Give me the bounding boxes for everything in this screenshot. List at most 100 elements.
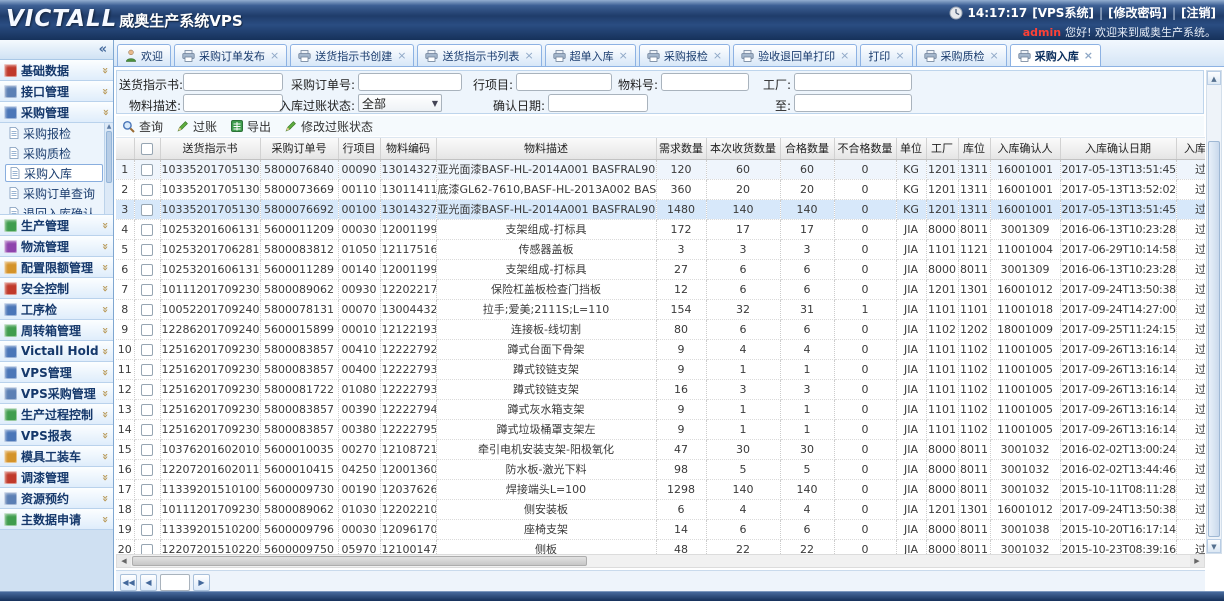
- table-row[interactable]: 912286201709240756000158990001012122193连…: [116, 319, 1205, 339]
- table-row[interactable]: 1312516201709230658000838570039012222794…: [116, 399, 1205, 419]
- table-row[interactable]: 110335201705130158000768400009013014327亚…: [116, 159, 1205, 179]
- sidebar-item-10[interactable]: Victall Holding»: [0, 341, 113, 362]
- column-header[interactable]: 入库确认人: [990, 138, 1060, 159]
- query-button[interactable]: 查询: [122, 118, 163, 135]
- sidebar-item-7[interactable]: 安全控制»: [0, 278, 113, 299]
- tab-1[interactable]: 欢迎: [117, 44, 171, 66]
- change-password-link[interactable]: [修改密码]: [1108, 4, 1167, 21]
- row-checkbox[interactable]: [141, 264, 153, 276]
- column-header[interactable]: 采购订单号: [260, 138, 338, 159]
- select-all-checkbox[interactable]: [141, 143, 153, 155]
- row-checkbox[interactable]: [141, 484, 153, 496]
- delivery-note-input[interactable]: [183, 73, 283, 91]
- row-checkbox[interactable]: [141, 284, 153, 296]
- row-checkbox[interactable]: [141, 204, 153, 216]
- pager-page-input[interactable]: [160, 574, 190, 591]
- sidebar-item-4[interactable]: 生产管理»: [0, 215, 113, 236]
- tab-3[interactable]: 送货指示书创建×: [290, 44, 414, 66]
- scroll-up-arrow-icon[interactable]: ▲: [1207, 71, 1221, 85]
- sidebar-collapse-button[interactable]: «: [0, 40, 113, 60]
- column-header[interactable]: 物料编码: [380, 138, 436, 159]
- tab-4[interactable]: 送货指示书列表×: [417, 44, 541, 66]
- column-header[interactable]: 单位: [896, 138, 926, 159]
- row-checkbox[interactable]: [141, 504, 153, 516]
- horizontal-scrollbar[interactable]: ◀ ▶: [116, 554, 1205, 568]
- row-checkbox[interactable]: [141, 304, 153, 316]
- sidebar-item-5[interactable]: 物流管理»: [0, 236, 113, 257]
- close-tab-icon[interactable]: ×: [713, 49, 722, 62]
- row-checkbox[interactable]: [141, 524, 153, 536]
- row-checkbox[interactable]: [141, 164, 153, 176]
- posting-status-select[interactable]: 全部 ▼: [358, 94, 442, 112]
- tab-10[interactable]: 采购入库×: [1010, 44, 1101, 66]
- column-header[interactable]: 合格数量: [780, 138, 834, 159]
- tab-5[interactable]: 超单入库×: [545, 44, 636, 66]
- logout-link[interactable]: [注销]: [1181, 4, 1216, 21]
- sidebar-item-6[interactable]: 配置限额管理»: [0, 257, 113, 278]
- tab-9[interactable]: 采购质检×: [916, 44, 1007, 66]
- column-header[interactable]: 不合格数量: [834, 138, 896, 159]
- table-row[interactable]: 310335201705130158000766920010013014327亚…: [116, 199, 1205, 219]
- scroll-left-arrow-icon[interactable]: ◀: [117, 555, 131, 567]
- table-row[interactable]: 1412516201709230658000838570038012222795…: [116, 419, 1205, 439]
- sidebar-subitem-3[interactable]: 采购入库: [5, 164, 103, 182]
- to-date-input[interactable]: [794, 94, 912, 112]
- submenu-scrollbar[interactable]: ▲: [104, 123, 113, 214]
- tab-8[interactable]: 打印×: [860, 44, 912, 66]
- scroll-right-arrow-icon[interactable]: ▶: [1190, 555, 1204, 567]
- line-item-input[interactable]: [516, 73, 612, 91]
- close-tab-icon[interactable]: ×: [397, 49, 406, 62]
- table-row[interactable]: 2012207201510220756000097500597012100147…: [116, 539, 1205, 554]
- po-number-input[interactable]: [358, 73, 462, 91]
- row-checkbox[interactable]: [141, 244, 153, 256]
- row-checkbox[interactable]: [141, 324, 153, 336]
- table-row[interactable]: 1612207201602011556000104150425012001360…: [116, 459, 1205, 479]
- table-row[interactable]: 1911339201510200256000097960003012096170…: [116, 519, 1205, 539]
- table-row[interactable]: 1012516201709230658000838570041012222792…: [116, 339, 1205, 359]
- row-checkbox[interactable]: [141, 184, 153, 196]
- sidebar-subitem-1[interactable]: 采购报检: [0, 123, 104, 143]
- column-header[interactable]: 本次收货数量: [706, 138, 780, 159]
- post-button[interactable]: 过账: [177, 118, 217, 135]
- pager-prev-button[interactable]: ◀: [140, 574, 157, 591]
- row-checkbox[interactable]: [141, 464, 153, 476]
- vertical-scroll-thumb[interactable]: [1208, 141, 1220, 537]
- column-header[interactable]: 入库确认日期: [1060, 138, 1176, 159]
- material-desc-input[interactable]: [183, 94, 283, 112]
- sidebar-subitem-4[interactable]: 采购订单查询: [0, 183, 104, 203]
- sidebar-item-14[interactable]: VPS报表»: [0, 425, 113, 446]
- submenu-scroll-thumb[interactable]: [106, 131, 112, 183]
- column-header[interactable]: 需求数量: [656, 138, 706, 159]
- vps-system-link[interactable]: [VPS系统]: [1032, 4, 1094, 21]
- sidebar-item-17[interactable]: 资源预约»: [0, 488, 113, 509]
- sidebar-item-1[interactable]: 基础数据»: [0, 60, 113, 81]
- tab-7[interactable]: 验收退回单打印×: [733, 44, 857, 66]
- sidebar-subitem-5[interactable]: 退回入库确认: [0, 203, 104, 215]
- table-row[interactable]: 210335201705130458000736690011013011411底…: [116, 179, 1205, 199]
- column-header[interactable]: 入库过账: [1176, 138, 1205, 159]
- column-header[interactable]: 工厂: [926, 138, 958, 159]
- close-tab-icon[interactable]: ×: [840, 49, 849, 62]
- table-row[interactable]: 810052201709240158000781310007013004432拉…: [116, 299, 1205, 319]
- close-tab-icon[interactable]: ×: [990, 49, 999, 62]
- column-header[interactable]: 物料描述: [436, 138, 656, 159]
- close-tab-icon[interactable]: ×: [895, 49, 904, 62]
- close-tab-icon[interactable]: ×: [619, 49, 628, 62]
- table-row[interactable]: 610253201606131156000112890014012001199支…: [116, 259, 1205, 279]
- sidebar-subitem-2[interactable]: 采购质检: [0, 143, 104, 163]
- sidebar-item-2[interactable]: 接口管理»: [0, 81, 113, 102]
- pager-next-button[interactable]: ▶: [193, 574, 210, 591]
- close-tab-icon[interactable]: ×: [524, 49, 533, 62]
- horizontal-scroll-thumb[interactable]: [132, 556, 587, 566]
- table-row[interactable]: 510253201706281458000838120105012117516传…: [116, 239, 1205, 259]
- sidebar-item-15[interactable]: 模具工装车»: [0, 446, 113, 467]
- sidebar-item-12[interactable]: VPS采购管理»: [0, 383, 113, 404]
- table-row[interactable]: 710111201709230258000890620093012202217保…: [116, 279, 1205, 299]
- table-row[interactable]: 1112516201709230658000838570040012222793…: [116, 359, 1205, 379]
- plant-input[interactable]: [794, 73, 912, 91]
- sidebar-item-13[interactable]: 生产过程控制»: [0, 404, 113, 425]
- row-checkbox[interactable]: [141, 364, 153, 376]
- sidebar-item-11[interactable]: VPS管理»: [0, 362, 113, 383]
- row-checkbox[interactable]: [141, 404, 153, 416]
- vertical-scrollbar[interactable]: ▲ ▼: [1206, 70, 1222, 554]
